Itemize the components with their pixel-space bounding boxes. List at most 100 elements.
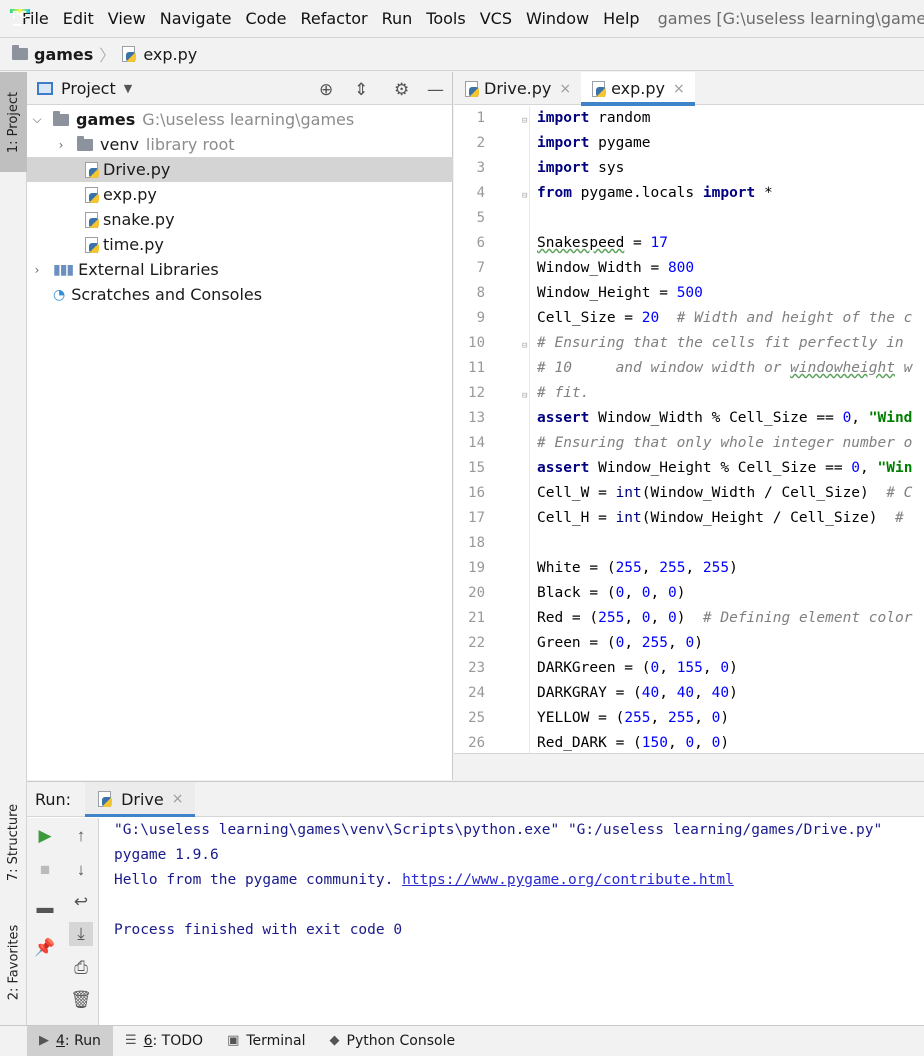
code-text: Black = (	[537, 585, 616, 601]
tab-todo[interactable]: ☰ 6: TODO	[113, 1026, 215, 1056]
tree-item-time-py[interactable]: time.py	[27, 232, 453, 257]
menu-view[interactable]: View	[108, 9, 146, 28]
close-icon[interactable]: ×	[673, 81, 685, 97]
trash-icon[interactable]: 🗑	[69, 988, 93, 1012]
tab-exp-py[interactable]: exp.py ×	[581, 72, 695, 106]
tree-item-external-libraries[interactable]: › ▮▮▮ External Libraries	[27, 257, 453, 282]
pin-icon[interactable]: 📌	[33, 936, 57, 960]
locate-icon[interactable]: ⊕	[319, 80, 333, 100]
collapse-all-icon[interactable]: ⇕	[354, 80, 368, 100]
code-number: 155	[676, 660, 703, 676]
chevron-right-icon[interactable]: ›	[55, 138, 67, 152]
close-icon[interactable]: ×	[559, 81, 571, 97]
console-output[interactable]: "G:\useless learning\games\venv\Scripts\…	[114, 818, 924, 1026]
tree-item-snake-py[interactable]: snake.py	[27, 207, 453, 232]
run-panel-header: Run: Drive ×	[27, 781, 924, 817]
code-text: ,	[659, 660, 677, 676]
code-text: )	[729, 560, 738, 576]
chevron-right-icon[interactable]: ›	[31, 263, 43, 277]
tab-favorites[interactable]: 2: Favorites	[0, 912, 27, 1012]
close-icon[interactable]: ×	[172, 791, 184, 807]
editor-tabs: Drive.py × exp.py ×	[454, 72, 924, 106]
run-tab-drive[interactable]: Drive ×	[85, 781, 196, 817]
menu-help[interactable]: Help	[603, 9, 639, 28]
code-text: )	[676, 585, 686, 601]
breadcrumb-project[interactable]: games	[34, 45, 93, 64]
code-line: import pygame	[537, 131, 651, 156]
tab-project[interactable]: 1: Project	[0, 72, 27, 172]
line-number-gutter: 1 2 3 4 5 6 7 8 9 10 11 12 13 14 15 16 1…	[454, 106, 530, 753]
tree-item-exp-py[interactable]: exp.py	[27, 182, 453, 207]
menu-run[interactable]: Run	[382, 9, 413, 28]
code-number: 255	[667, 710, 695, 726]
tab-run[interactable]: ▶ 4: Run	[27, 1025, 113, 1056]
code-area[interactable]: import random import pygame import sys f…	[537, 106, 924, 753]
print-icon[interactable]: ⎙	[69, 956, 93, 980]
tab-terminal[interactable]: ▣ Terminal	[215, 1026, 317, 1056]
menu-vcs[interactable]: VCS	[480, 9, 512, 28]
code-text: )	[729, 685, 738, 701]
python-file-icon	[121, 46, 137, 62]
tree-badge: library root	[145, 135, 235, 154]
code-line: Cell_H = int(Window_Height / Cell_Size) …	[537, 506, 904, 531]
line-number: 5	[476, 210, 485, 226]
tab-run-label: : Run	[64, 1032, 101, 1049]
code-number: 0	[615, 635, 625, 651]
tab-structure[interactable]: 7: Structure	[0, 792, 27, 892]
minimize-icon[interactable]: —	[427, 80, 444, 100]
stop-icon[interactable]: ■	[33, 858, 57, 882]
fold-icon[interactable]: ⊟	[522, 391, 527, 401]
line-number: 14	[468, 435, 485, 451]
code-line: import random	[537, 106, 651, 131]
python-file-icon	[84, 211, 100, 228]
project-panel-header: Project ▼ ⊕ ⇕ ⚙ —	[27, 72, 452, 105]
tree-item-drive-py[interactable]: Drive.py	[27, 157, 453, 182]
project-panel-title[interactable]: Project	[61, 79, 116, 98]
code-text: pygame.locals	[571, 185, 703, 201]
code-number: 0	[685, 735, 695, 751]
code-line: from pygame.locals import *	[537, 181, 773, 206]
menu-code[interactable]: Code	[246, 9, 287, 28]
arrow-up-icon[interactable]: ↑	[69, 824, 93, 848]
soft-wrap-icon[interactable]: ↩	[69, 890, 93, 914]
code-text: Window_Height =	[537, 285, 677, 301]
gear-icon[interactable]: ⚙	[394, 80, 409, 100]
line-number: 11	[468, 360, 485, 376]
code-text: ,	[641, 560, 660, 576]
code-text: ,	[667, 735, 686, 751]
menu-navigate[interactable]: Navigate	[160, 9, 232, 28]
code-keyword: import	[702, 185, 756, 201]
line-number: 26	[468, 735, 485, 751]
fold-icon[interactable]: ⊟	[522, 191, 527, 201]
line-number: 22	[468, 635, 485, 651]
chevron-down-icon[interactable]: ▼	[124, 82, 132, 95]
tree-item-venv[interactable]: › venv library root	[27, 132, 453, 157]
fold-icon[interactable]: ⊟	[522, 116, 527, 126]
python-file-icon	[591, 80, 607, 97]
rerun-icon[interactable]: ▶	[33, 824, 57, 848]
scroll-to-end-icon[interactable]: ⤓	[69, 922, 93, 946]
tab-drive-py[interactable]: Drive.py ×	[454, 72, 581, 105]
code-line: # 10 and window width or windowheight w	[537, 356, 912, 381]
menu-refactor[interactable]: Refactor	[300, 9, 367, 28]
menu-window[interactable]: Window	[526, 9, 589, 28]
window-title: games [G:\useless learning\games]	[657, 9, 924, 28]
run-panel-title: Run:	[35, 789, 72, 809]
tab-python-console[interactable]: ◆ Python Console	[318, 1026, 468, 1056]
arrow-down-icon[interactable]: ↓	[69, 858, 93, 882]
code-comment: windowheight	[790, 360, 895, 376]
horizontal-scrollbar[interactable]	[454, 753, 924, 780]
menu-bar: PC File Edit View Navigate Code Refactor…	[0, 0, 924, 37]
breadcrumb-file[interactable]: exp.py	[143, 45, 197, 64]
tree-item-scratches[interactable]: ◔ Scratches and Consoles	[27, 282, 453, 307]
tree-item-games[interactable]: ⌵ games G:\useless learning\games	[27, 107, 453, 132]
run-panel: Run: Drive × ▶ ■ ▬ 📌 ↑ ↓ ↩ ⤓ ⎙ 🗑 "G:\use…	[27, 781, 924, 1026]
chevron-down-icon[interactable]: ⌵	[31, 112, 43, 127]
fold-icon[interactable]: ⊟	[522, 341, 527, 351]
menu-edit[interactable]: Edit	[63, 9, 94, 28]
layout-icon[interactable]: ▬	[33, 896, 57, 920]
menu-tools[interactable]: Tools	[426, 9, 465, 28]
console-link[interactable]: https://www.pygame.org/contribute.html	[402, 872, 734, 888]
tab-todo-number: 6	[143, 1032, 153, 1049]
tree-label: exp.py	[103, 185, 157, 204]
